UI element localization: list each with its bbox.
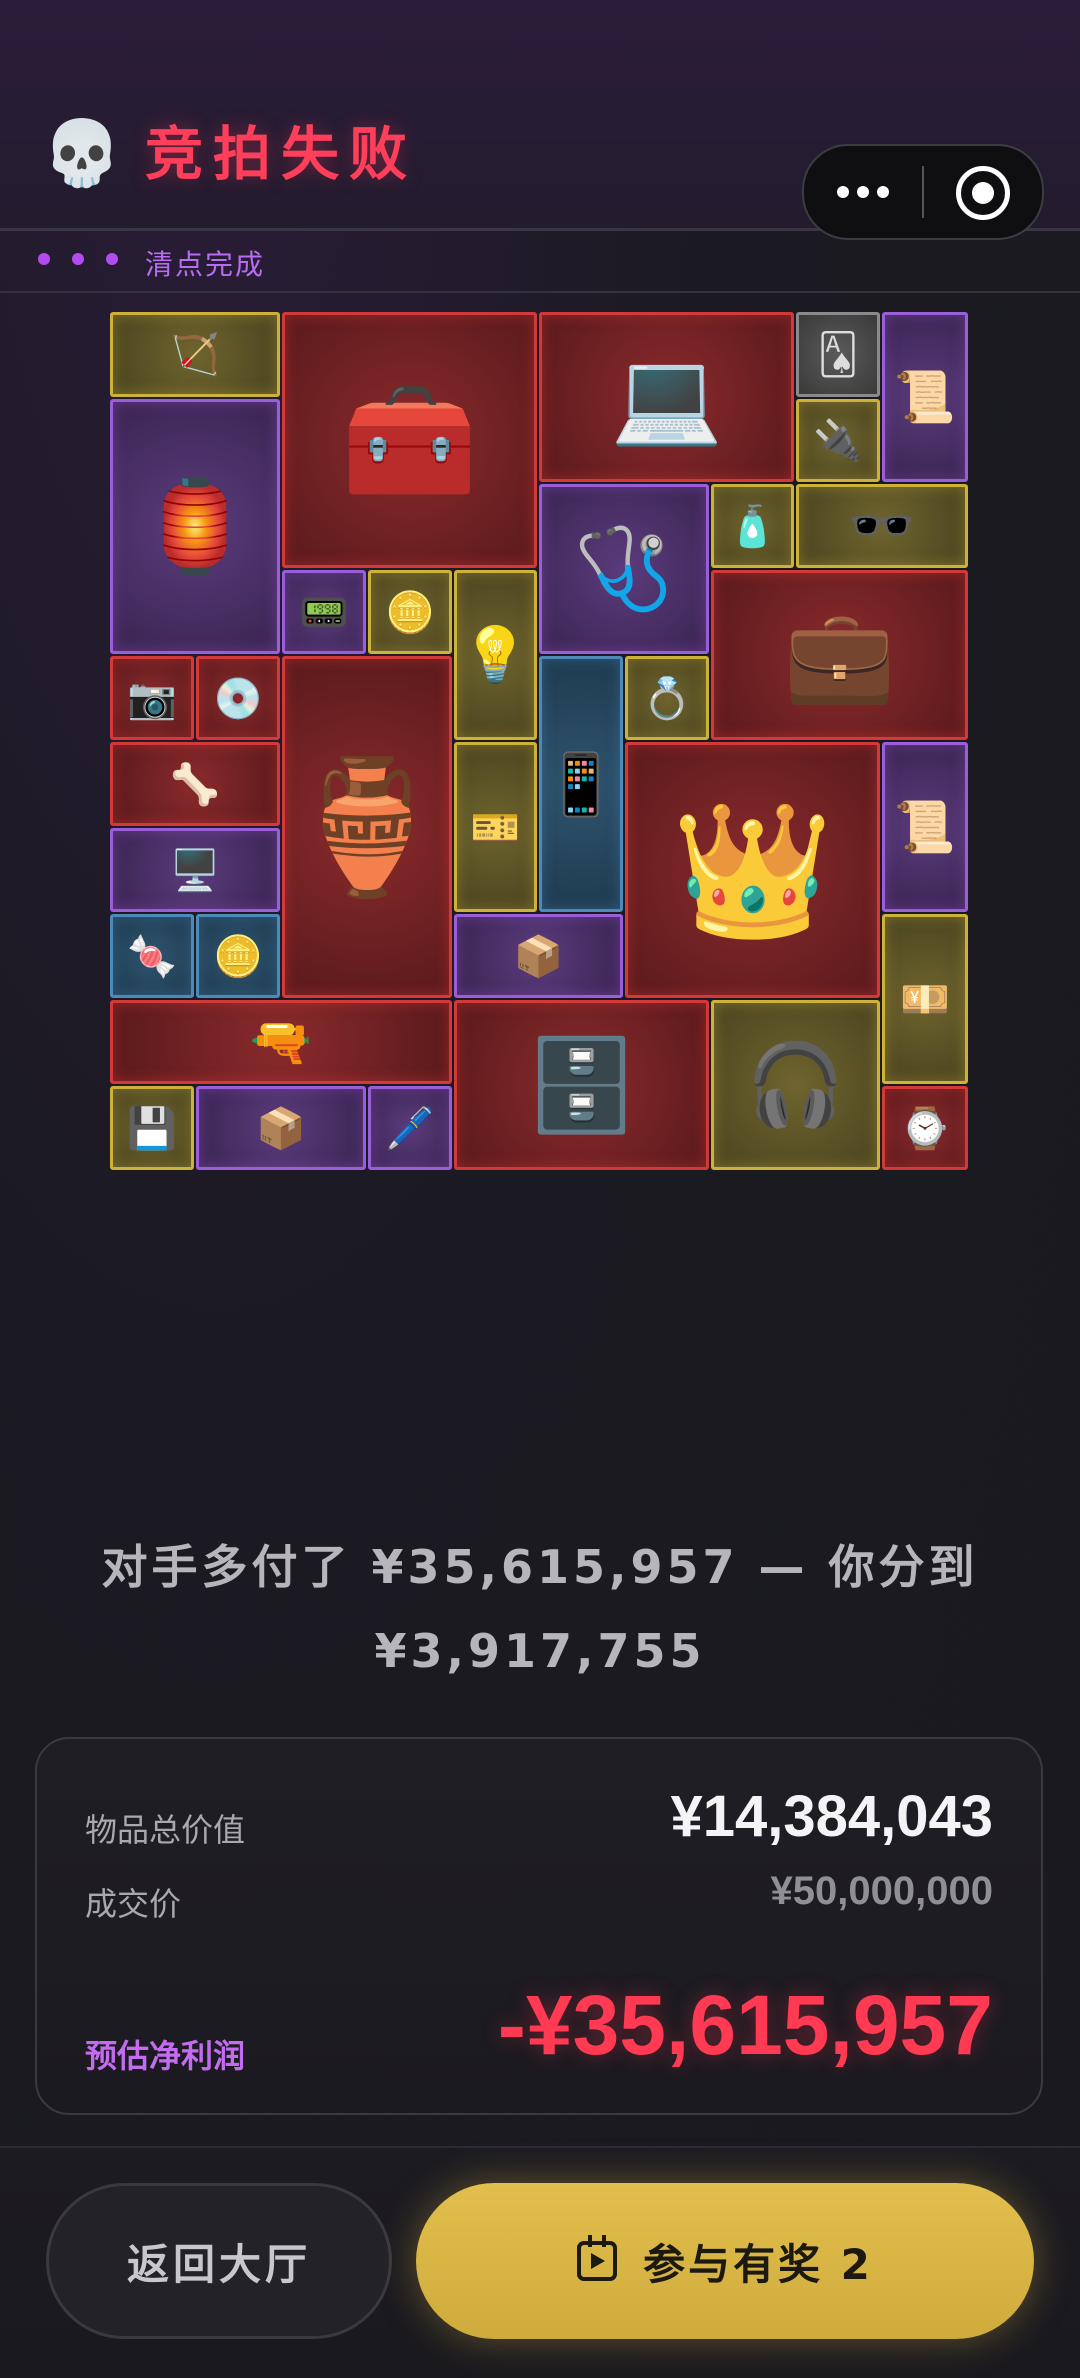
walkie-talkie-icon: 📟	[299, 589, 349, 636]
status-strip: 清点完成	[0, 231, 1080, 293]
candy-icon: 🍬	[127, 933, 177, 980]
bottom-action-bar: 返回大厅 参与有奖 2	[0, 2146, 1080, 2378]
book-icon: 📜	[893, 367, 957, 426]
item-laptop[interactable]: 💻	[539, 312, 794, 482]
item-candy[interactable]: 🍬	[110, 914, 194, 998]
item-crossbow[interactable]: 🏹	[110, 312, 280, 397]
camera-icon: 📷	[127, 675, 177, 722]
item-camera-module[interactable]: 📷	[110, 656, 194, 740]
progress-dots-icon	[38, 253, 118, 265]
item-pen[interactable]: 🖊️	[368, 1086, 452, 1170]
item-old-book[interactable]: 📜	[882, 312, 968, 482]
item-tickets[interactable]: 🎫	[454, 742, 537, 912]
equipment-case-icon: 🧰	[341, 375, 478, 504]
capsule-divider	[922, 166, 924, 218]
headset-icon: 🎧	[745, 1038, 846, 1131]
summary-line-1: 对手多付了 ¥35,615,957 — 你分到	[101, 1540, 979, 1594]
item-claw[interactable]: 🦴	[110, 742, 280, 826]
item-blood-pressure-monitor[interactable]: 🩺	[539, 484, 709, 654]
box-icon: 📦	[256, 1105, 306, 1152]
top-bar: 💀 竞拍失败	[0, 0, 1080, 240]
usb-drive-icon: 🔌	[813, 418, 863, 464]
floppy-disk-icon: 💾	[127, 1105, 177, 1152]
book-icon: 📜	[893, 797, 957, 856]
item-old-book-2[interactable]: 📜	[882, 742, 968, 912]
status-text: 清点完成	[145, 248, 266, 281]
result-card: 物品总价值 ¥14,384,043 成交价 ¥50,000,000 预估净利润 …	[35, 1737, 1043, 2115]
server-icon: 🗄️	[525, 1032, 638, 1138]
sunglasses-icon: 🕶️	[848, 494, 916, 557]
rugged-laptop-icon: 💼	[783, 602, 896, 708]
banknotes-icon: 💴	[900, 976, 950, 1023]
back-button-label: 返回大厅	[126, 2239, 311, 2289]
item-tape-box[interactable]: 📦	[454, 914, 623, 998]
item-walkie-talkie[interactable]: 📟	[282, 570, 366, 654]
tickets-icon: 🎫	[470, 804, 521, 851]
laptop-icon: 💻	[610, 344, 723, 450]
back-to-lobby-button[interactable]: 返回大厅	[46, 2183, 392, 2339]
profit-label: 预估净利润	[85, 2037, 246, 2075]
phone-icon: 📱	[543, 749, 619, 820]
item-gold-watch[interactable]: ⌚	[882, 1086, 968, 1170]
item-headset[interactable]: 🎧	[711, 1000, 880, 1170]
payout-summary: 对手多付了 ¥35,615,957 — 你分到 ¥3,917,755	[0, 1525, 1080, 1693]
item-nas-server[interactable]: 🗄️	[454, 1000, 709, 1170]
item-floppy-disk[interactable]: 💾	[110, 1086, 194, 1170]
watch-icon: ⌚	[900, 1105, 950, 1152]
skull-icon: 💀	[42, 117, 122, 191]
summary-line-2: ¥3,917,755	[374, 1624, 706, 1678]
item-jewelry-box[interactable]: 🪙	[368, 570, 452, 654]
item-banknotes[interactable]: 💴	[882, 914, 968, 1084]
item-graphics-card[interactable]: 🖥️	[110, 828, 280, 912]
item-usb-drive[interactable]: 🔌	[796, 399, 880, 482]
playing-card-icon: 🂡	[817, 331, 859, 378]
jewelry-box-icon: 🪙	[385, 589, 435, 636]
disc-icon: 💿	[213, 675, 263, 722]
box-icon: 📦	[513, 933, 564, 980]
loot-grid: 🏹 🧰 💻 🂡 📜 🏮 🔌 🩺 🧴 🕶️ 📟 🪙 💡 💼 📷 💿 🏺 📱 💍 🦴…	[110, 312, 968, 1170]
profit-value: -¥35,615,957	[497, 1978, 993, 2072]
item-inhaler[interactable]: 🧴	[711, 484, 794, 568]
claw-icon: 🦴	[170, 761, 220, 808]
crossbow-icon: 🏹	[170, 332, 220, 378]
total-value: ¥14,384,043	[670, 1784, 993, 1849]
vase-icon: 🏺	[286, 750, 448, 903]
item-gold-ring[interactable]: 💍	[625, 656, 709, 740]
uv-lamp-icon: 💡	[461, 623, 530, 686]
join-reward-button[interactable]: 参与有奖 2	[416, 2183, 1034, 2339]
item-playing-card[interactable]: 🂡	[796, 312, 880, 397]
lamp-icon: 🏮	[138, 474, 252, 579]
close-target-icon[interactable]	[956, 166, 1010, 220]
inhaler-icon: 🧴	[727, 503, 778, 550]
page-title: 竞拍失败	[145, 120, 418, 188]
mini-program-capsule	[802, 144, 1044, 240]
monitor-icon: 🩺	[574, 522, 674, 615]
item-disc[interactable]: 💿	[196, 656, 280, 740]
join-button-label: 参与有奖 2	[643, 2239, 873, 2289]
item-crown[interactable]: 👑	[625, 742, 880, 998]
item-vase[interactable]: 🏺	[282, 656, 452, 998]
deal-price-label: 成交价	[85, 1885, 182, 1923]
item-uv-lamp[interactable]: 💡	[454, 570, 537, 740]
item-rugged-laptop[interactable]: 💼	[711, 570, 968, 740]
item-phone-device[interactable]: 📱	[539, 656, 623, 912]
crown-icon: 👑	[671, 793, 834, 946]
total-value-label: 物品总价值	[85, 1811, 246, 1849]
item-lamp[interactable]: 🏮	[110, 399, 280, 654]
ring-icon: 💍	[642, 675, 692, 722]
deal-price-value: ¥50,000,000	[770, 1869, 993, 1913]
rifle-icon: 🔫	[249, 1012, 313, 1071]
item-coin[interactable]: 🪙	[196, 914, 280, 998]
more-options-icon[interactable]	[804, 146, 922, 238]
coin-icon: 🪙	[213, 933, 263, 980]
item-equipment-case[interactable]: 🧰	[282, 312, 537, 568]
pen-icon: 🖊️	[385, 1105, 435, 1152]
calendar-play-icon	[577, 2235, 618, 2281]
item-rifle[interactable]: 🔫	[110, 1000, 452, 1084]
item-sunglasses[interactable]: 🕶️	[796, 484, 968, 568]
item-tape-box-2[interactable]: 📦	[196, 1086, 366, 1170]
graphics-card-icon: 🖥️	[170, 847, 220, 894]
